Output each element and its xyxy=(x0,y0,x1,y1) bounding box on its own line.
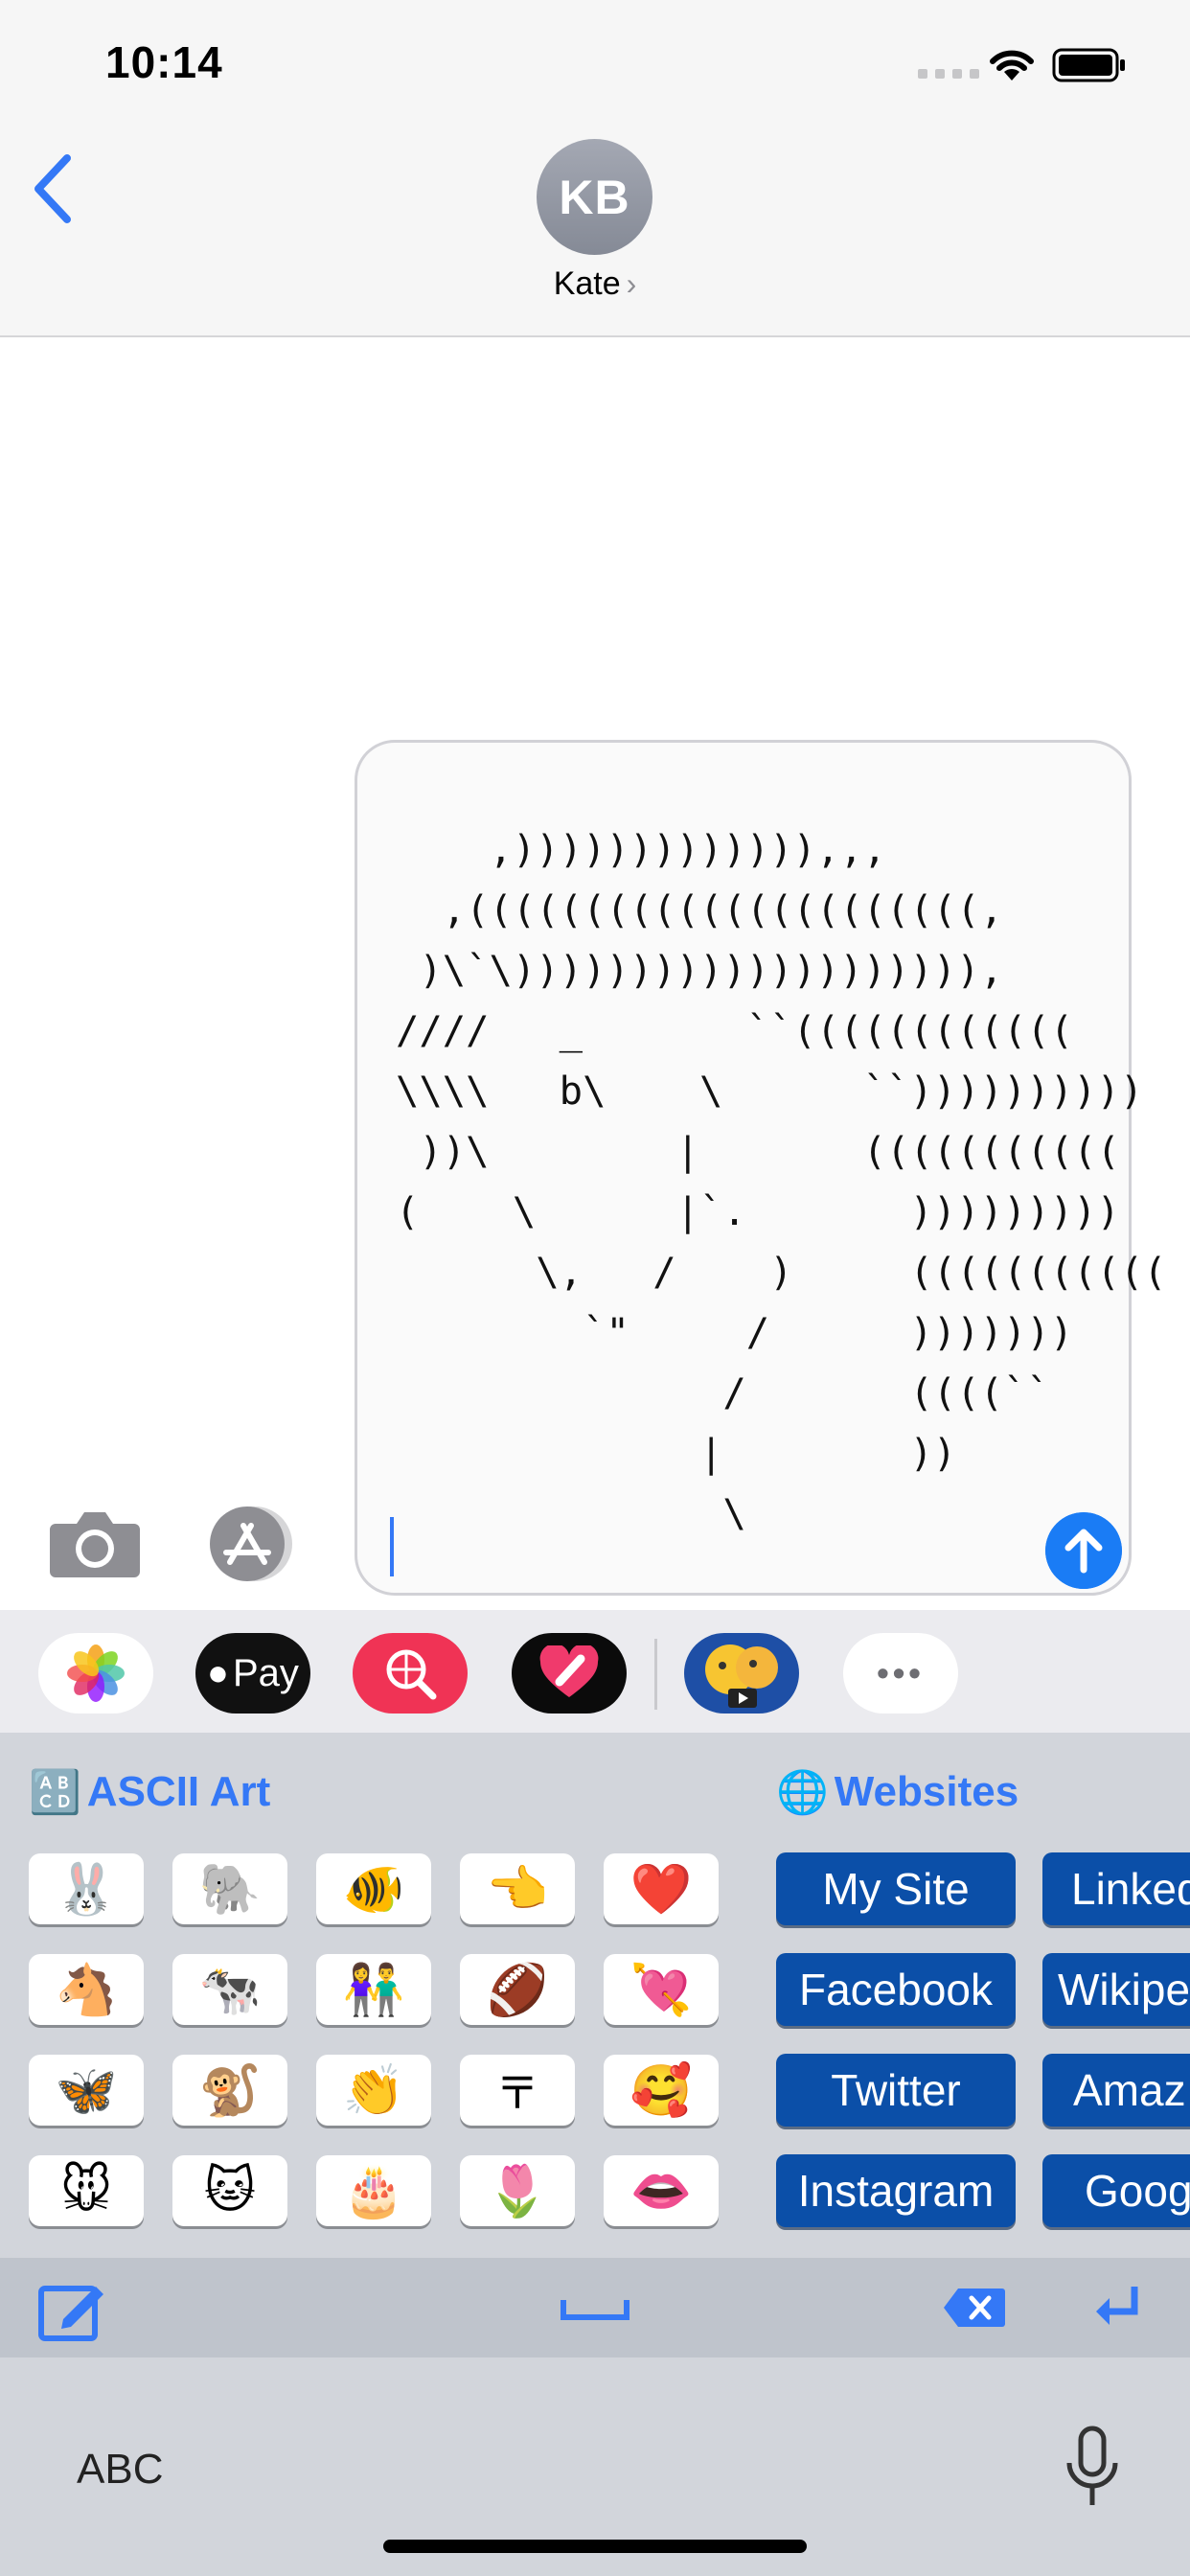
compose-edit-icon[interactable] xyxy=(38,2279,107,2342)
abcd-icon: 🔠 xyxy=(29,1769,81,1816)
emoji-key[interactable]: 👄 xyxy=(604,2155,719,2226)
text-cursor xyxy=(390,1517,394,1576)
space-bar-icon[interactable] xyxy=(560,2287,630,2325)
home-indicator xyxy=(383,2540,807,2553)
wifi-icon xyxy=(990,50,1034,80)
camera-icon[interactable] xyxy=(48,1506,142,1579)
apple-pay-app-icon[interactable]: ● Pay xyxy=(195,1633,310,1714)
more-apps-button[interactable]: ••• xyxy=(843,1633,958,1714)
emoji-key[interactable]: 🐭 xyxy=(29,2155,144,2226)
image-search-app-icon[interactable] xyxy=(353,1633,468,1714)
memoji-app-icon[interactable] xyxy=(684,1633,799,1714)
emoji-key[interactable]: 👫 xyxy=(316,1954,431,2025)
custom-keyboard-panel: 🔠 ASCII Art 🌐 Websites 🐰 🐘 🐠 👈 ❤️ 🐴 🐄 👫 … xyxy=(0,1733,1190,2258)
emoji-key[interactable]: 🐴 xyxy=(29,1954,144,2025)
emoji-key[interactable]: 🎂 xyxy=(316,2155,431,2226)
website-key-linkedin[interactable]: Linked xyxy=(1042,1852,1190,1925)
emoji-key[interactable]: ❤️ xyxy=(604,1853,719,1924)
emoji-key[interactable]: 〒 xyxy=(460,2055,575,2126)
chevron-right-icon: › xyxy=(626,266,637,301)
contact-avatar[interactable]: KB xyxy=(537,139,652,255)
website-key-instagram[interactable]: Instagram xyxy=(776,2154,1016,2227)
website-key-amazon[interactable]: Amaz xyxy=(1042,2054,1190,2127)
back-chevron-icon[interactable] xyxy=(29,150,77,227)
website-key-twitter[interactable]: Twitter xyxy=(776,2054,1016,2127)
conversation-header: KB Kate › xyxy=(0,129,1190,337)
apple-pay-label: Pay xyxy=(233,1651,299,1694)
microphone-icon[interactable] xyxy=(1064,2425,1121,2511)
emoji-key[interactable]: 🦋 xyxy=(29,2055,144,2126)
emoji-key[interactable]: 🌷 xyxy=(460,2155,575,2226)
abc-keyboard-switch[interactable]: ABC xyxy=(77,2446,163,2494)
keyboard-bottom-row: ABC xyxy=(0,2358,1190,2576)
status-bar: 10:14 xyxy=(0,0,1190,129)
battery-icon xyxy=(1052,48,1125,82)
contact-name: Kate xyxy=(553,265,621,302)
emoji-key[interactable]: 👏 xyxy=(316,2055,431,2126)
emoji-key[interactable]: 🐱 xyxy=(172,2155,287,2226)
websites-title: Websites xyxy=(834,1768,1019,1815)
app-store-icon[interactable] xyxy=(201,1505,305,1583)
emoji-key[interactable]: 💘 xyxy=(604,1954,719,2025)
emoji-key[interactable]: 🐒 xyxy=(172,2055,287,2126)
emoji-key[interactable]: 🏈 xyxy=(460,1954,575,2025)
globe-icon: 🌐 xyxy=(776,1769,829,1816)
contact-name-row[interactable]: Kate › xyxy=(0,265,1190,303)
digital-touch-app-icon[interactable] xyxy=(512,1633,627,1714)
emoji-key[interactable]: 🐘 xyxy=(172,1853,287,1924)
websites-section-header: 🌐 Websites xyxy=(776,1767,1018,1817)
message-input-field[interactable]: ,))))))))))))),,, ,(((((((((((((((((((((… xyxy=(355,740,1167,1596)
emoji-key[interactable]: 🐰 xyxy=(29,1853,144,1924)
website-key-google[interactable]: Goog xyxy=(1042,2154,1190,2227)
keyboard-toolbar xyxy=(0,2258,1190,2358)
website-key-my-site[interactable]: My Site xyxy=(776,1852,1016,1925)
ascii-art-text: ,))))))))))))),,, ,(((((((((((((((((((((… xyxy=(396,826,1167,1536)
apple-logo-icon: ● xyxy=(207,1652,229,1693)
return-icon[interactable] xyxy=(1092,2283,1142,2331)
drawer-divider xyxy=(654,1639,657,1710)
photos-app-icon[interactable] xyxy=(38,1633,153,1714)
emoji-key[interactable]: 🐄 xyxy=(172,1954,287,2025)
status-time: 10:14 xyxy=(105,37,223,87)
ascii-art-title: ASCII Art xyxy=(86,1768,271,1815)
cellular-signal-icon xyxy=(918,69,979,79)
website-key-wikipedia[interactable]: Wikipe xyxy=(1042,1953,1190,2026)
emoji-key[interactable]: 🥰 xyxy=(604,2055,719,2126)
emoji-key[interactable]: 🐠 xyxy=(316,1853,431,1924)
ascii-art-section-header: 🔠 ASCII Art xyxy=(29,1767,270,1817)
imessage-app-drawer: ● Pay ••• xyxy=(0,1610,1190,1733)
delete-backspace-icon[interactable] xyxy=(943,2287,1006,2329)
send-button[interactable] xyxy=(1045,1512,1122,1589)
emoji-key[interactable]: 👈 xyxy=(460,1853,575,1924)
website-key-facebook[interactable]: Facebook xyxy=(776,1953,1016,2026)
